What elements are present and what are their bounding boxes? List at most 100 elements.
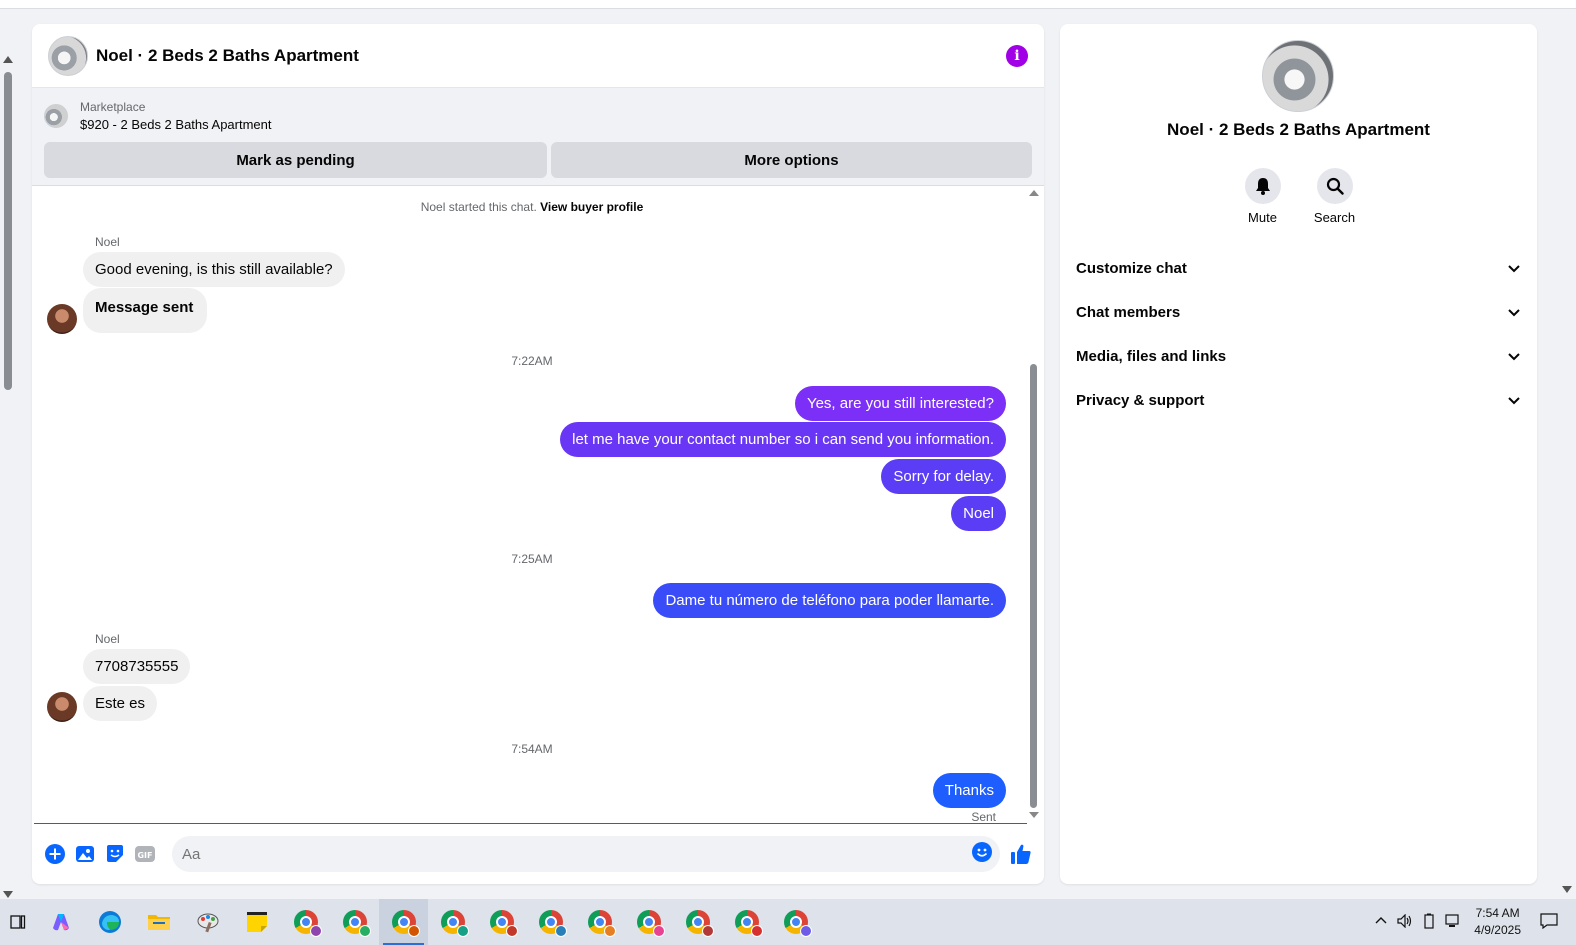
chat-started-notice: Noel started this chat. View buyer profi… <box>32 200 1032 214</box>
photo-gallery-icon[interactable] <box>74 843 96 865</box>
view-buyer-profile-link[interactable]: View buyer profile <box>540 200 643 214</box>
gif-icon[interactable]: GIF <box>134 843 156 865</box>
marketplace-listing[interactable]: Marketplace $920 - 2 Beds 2 Baths Apartm… <box>44 96 1032 136</box>
mute-label: Mute <box>1248 210 1277 225</box>
message-input[interactable] <box>182 845 972 863</box>
task-view-icon[interactable] <box>0 899 36 945</box>
search-action[interactable]: Search <box>1313 168 1356 225</box>
chrome-profile-icon[interactable] <box>575 899 624 945</box>
chevron-down-icon <box>1508 309 1520 317</box>
chevron-down-icon <box>1508 265 1520 273</box>
chat-panel: Noel · 2 Beds 2 Baths Apartment i Market… <box>32 24 1044 884</box>
section-label: Media, files and links <box>1076 347 1227 365</box>
windows-taskbar: 7:54 AM 4/9/2025 <box>0 899 1576 945</box>
bell-icon[interactable] <box>1244 168 1281 204</box>
marketplace-label: Marketplace <box>80 100 146 114</box>
section-chat-members[interactable]: Chat members <box>1060 290 1537 334</box>
chrome-profile-icon[interactable] <box>722 899 771 945</box>
more-options-button[interactable]: More options <box>551 142 1032 178</box>
system-tray: 7:54 AM 4/9/2025 <box>1370 899 1576 945</box>
marketplace-thumbnail <box>44 104 68 128</box>
scroll-down-arrow-icon[interactable] <box>3 891 13 898</box>
network-icon[interactable] <box>1445 913 1461 931</box>
chrome-profile-icon[interactable] <box>477 899 526 945</box>
message-list: Noel started this chat. View buyer profi… <box>32 186 1032 824</box>
clock-time: 7:54 AM <box>1475 906 1520 920</box>
noel-avatar[interactable] <box>47 304 77 334</box>
message-input-wrapper[interactable] <box>172 836 1000 872</box>
scroll-up-arrow-icon[interactable] <box>3 56 13 63</box>
chrome-profile-icon[interactable] <box>428 899 477 945</box>
info-icon[interactable]: i <box>1006 44 1028 67</box>
clock-date: 4/9/2025 <box>1474 923 1521 937</box>
listing-avatar[interactable] <box>1262 40 1334 112</box>
svg-text:GIF: GIF <box>137 851 152 860</box>
chat-header: Noel · 2 Beds 2 Baths Apartment i <box>32 24 1044 88</box>
listing-price-title: $920 - 2 Beds 2 Baths Apartment <box>80 117 272 132</box>
system-clock[interactable]: 7:54 AM 4/9/2025 <box>1474 905 1521 939</box>
search-icon[interactable] <box>1316 168 1353 204</box>
outgoing-message[interactable]: Thanks <box>932 773 1006 808</box>
emoji-icon[interactable] <box>972 841 992 867</box>
incoming-message[interactable]: 7708735555 <box>83 649 191 684</box>
section-media-files-links[interactable]: Media, files and links <box>1060 334 1537 378</box>
plus-circle-icon[interactable] <box>44 843 66 865</box>
page-scroll-thumb[interactable] <box>4 72 12 390</box>
file-explorer-icon[interactable] <box>134 899 183 945</box>
chat-info-panel: Noel · 2 Beds 2 Baths Apartment Mute Sea… <box>1060 24 1537 884</box>
listing-thumbnail[interactable] <box>48 35 88 76</box>
browser-top-strip <box>0 0 1576 9</box>
chrome-profile-icon[interactable] <box>673 899 722 945</box>
message-scroll-thumb[interactable] <box>1030 364 1037 808</box>
outgoing-message[interactable]: Yes, are you still interested? <box>794 386 1006 421</box>
timestamp: 7:22AM <box>511 354 553 368</box>
page-scrollbar[interactable] <box>0 56 16 898</box>
sent-status: Sent <box>971 810 996 824</box>
timestamp: 7:54AM <box>511 742 553 756</box>
mute-action[interactable]: Mute <box>1244 168 1281 225</box>
timestamp: 7:25AM <box>511 552 553 566</box>
right-scroll-down-arrow-icon[interactable] <box>1562 886 1572 893</box>
mark-as-pending-button[interactable]: Mark as pending <box>44 142 547 178</box>
section-label: Privacy & support <box>1076 391 1205 409</box>
outgoing-message[interactable]: Noel <box>951 496 1006 531</box>
section-customize-chat[interactable]: Customize chat <box>1060 246 1537 290</box>
outgoing-message[interactable]: Dame tu número de teléfono para poder ll… <box>653 583 1006 618</box>
section-privacy-support[interactable]: Privacy & support <box>1060 378 1537 422</box>
incoming-message[interactable]: Message sent <box>83 288 208 333</box>
chrome-profile-icon[interactable] <box>771 899 820 945</box>
marketplace-bar: Marketplace $920 - 2 Beds 2 Baths Apartm… <box>32 88 1044 186</box>
noel-avatar[interactable] <box>47 692 77 722</box>
section-label: Customize chat <box>1076 259 1187 277</box>
incoming-message[interactable]: Good evening, is this still available? <box>83 252 345 287</box>
paint-icon[interactable] <box>183 899 232 945</box>
chrome-profile-icon[interactable] <box>379 899 428 945</box>
edge-icon[interactable] <box>85 899 134 945</box>
notification-icon[interactable] <box>1540 912 1558 932</box>
sender-name: Noel <box>95 632 120 646</box>
chevron-down-icon <box>1508 353 1520 361</box>
volume-icon[interactable] <box>1397 913 1413 931</box>
outgoing-message[interactable]: Sorry for delay. <box>881 459 1006 494</box>
chrome-profile-icon[interactable] <box>281 899 330 945</box>
chat-started-text: Noel started this chat. <box>420 200 537 214</box>
message-scroll-up-icon[interactable] <box>1029 190 1039 196</box>
incoming-message[interactable]: Este es <box>83 686 158 721</box>
outgoing-message[interactable]: let me have your contact number so i can… <box>560 422 1006 457</box>
chevron-up-icon[interactable] <box>1375 914 1387 930</box>
chrome-profile-icon[interactable] <box>624 899 673 945</box>
search-label: Search <box>1313 210 1356 225</box>
copilot-icon[interactable] <box>36 899 85 945</box>
info-title: Noel · 2 Beds 2 Baths Apartment <box>1167 120 1430 139</box>
battery-icon[interactable] <box>1423 913 1435 932</box>
thumbs-up-icon[interactable] <box>1010 843 1032 865</box>
sticky-notes-icon[interactable] <box>232 899 281 945</box>
chat-title[interactable]: Noel · 2 Beds 2 Baths Apartment <box>96 46 1006 66</box>
chrome-profile-icon[interactable] <box>330 899 379 945</box>
chrome-profile-icon[interactable] <box>526 899 575 945</box>
message-scrollbar[interactable] <box>1028 190 1040 818</box>
sticker-icon[interactable] <box>104 843 126 865</box>
message-composer: GIF <box>32 824 1044 884</box>
message-scroll-down-icon[interactable] <box>1029 812 1039 818</box>
chevron-down-icon <box>1508 397 1520 405</box>
